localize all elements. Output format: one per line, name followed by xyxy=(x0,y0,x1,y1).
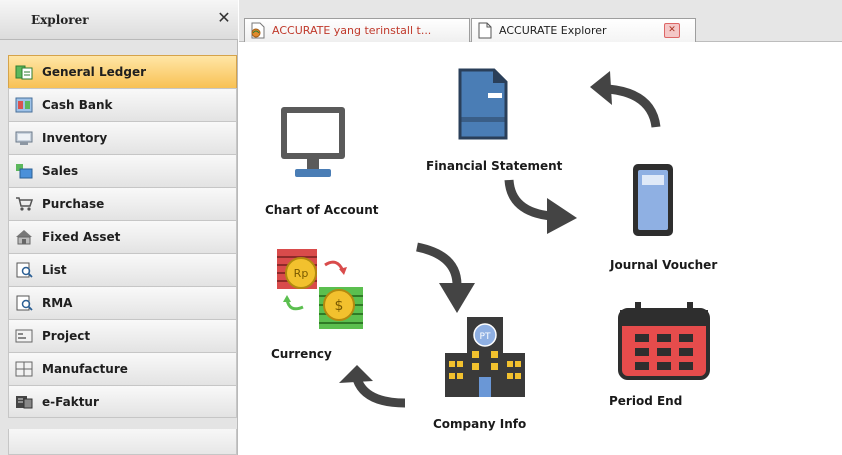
list-icon xyxy=(16,262,33,278)
sidebar-item-label: General Ledger xyxy=(42,65,146,79)
arrow-company-to-currency xyxy=(339,365,406,408)
sidebar-item-label: List xyxy=(42,263,67,277)
explorer-panel: Explorer ✕ General Ledger Cash Bank Inve… xyxy=(0,0,238,455)
node-journal-voucher[interactable]: Journal Voucher xyxy=(609,158,749,278)
sidebar-item-label: Manufacture xyxy=(42,362,128,376)
general-ledger-icon xyxy=(15,65,33,80)
sidebar-item-fixed-asset[interactable]: Fixed Asset xyxy=(8,220,237,253)
node-period-end[interactable]: Period End xyxy=(607,298,727,418)
sales-icon xyxy=(16,164,33,179)
node-label: Period End xyxy=(609,394,683,408)
sidebar-item-project[interactable]: Project xyxy=(8,319,237,352)
arrow-financial-to-journal xyxy=(504,179,577,234)
explorer-title: Explorer xyxy=(31,13,89,27)
sidebar-item-e-faktur[interactable]: e-Faktur xyxy=(8,385,237,418)
tab-label: ACCURATE yang terinstall t... xyxy=(272,24,432,37)
monitor-icon xyxy=(281,107,345,177)
sidebar-item-purchase[interactable]: Purchase xyxy=(8,187,237,220)
node-label: Company Info xyxy=(433,417,527,431)
sidebar-item-label: Cash Bank xyxy=(42,98,113,112)
tab-bar: ACCURATE yang terinstall t... ACCURATE E… xyxy=(239,0,842,42)
close-icon[interactable]: ✕ xyxy=(215,8,233,28)
document-icon xyxy=(458,68,508,140)
node-currency[interactable]: Rp $ Currency xyxy=(269,245,379,365)
sidebar-item-label: Purchase xyxy=(42,197,105,211)
manufacture-icon xyxy=(15,361,33,377)
cash-bank-icon xyxy=(15,97,33,113)
calendar-icon xyxy=(618,302,710,380)
sidebar-item-list[interactable]: List xyxy=(8,253,237,286)
project-icon xyxy=(15,329,33,343)
node-company-info[interactable]: PT Company Info xyxy=(429,313,549,433)
document-icon xyxy=(478,22,492,39)
sidebar-item-inventory[interactable]: Inventory xyxy=(8,121,237,154)
tab-accurate-installed[interactable]: ACCURATE yang terinstall t... xyxy=(244,18,470,42)
sidebar-item-cash-bank[interactable]: Cash Bank xyxy=(8,88,237,121)
coin-label: Rp xyxy=(294,267,309,280)
sidebar-item-sales[interactable]: Sales xyxy=(8,154,237,187)
inventory-icon xyxy=(15,131,33,145)
fixed-asset-icon xyxy=(16,230,32,245)
sidebar-item-manufacture[interactable]: Manufacture xyxy=(8,352,237,385)
tab-label: ACCURATE Explorer xyxy=(499,24,607,37)
sidebar-item-label: Project xyxy=(42,329,91,343)
node-financial-statement[interactable]: Financial Statement xyxy=(425,63,585,183)
sidebar-item-label: e-Faktur xyxy=(42,395,99,409)
company-badge-label: PT xyxy=(480,332,491,342)
e-faktur-icon xyxy=(16,396,33,409)
tab-close-icon[interactable]: ✕ xyxy=(664,23,680,38)
currency-exchange-icon: Rp $ xyxy=(277,249,363,329)
nav-empty-area xyxy=(8,429,237,455)
svg-text:$: $ xyxy=(335,298,344,314)
voucher-icon xyxy=(633,164,673,236)
building-icon: PT xyxy=(445,317,525,397)
sidebar-item-rma[interactable]: RMA xyxy=(8,286,237,319)
tab-accurate-explorer[interactable]: ACCURATE Explorer ✕ xyxy=(471,18,696,42)
arrow-journal-to-financial xyxy=(590,71,661,128)
node-label: Currency xyxy=(271,347,332,361)
sidebar-item-label: Sales xyxy=(42,164,79,178)
node-label: Chart of Account xyxy=(265,203,379,217)
rma-icon xyxy=(16,295,33,311)
web-page-icon xyxy=(251,22,265,39)
sidebar-item-label: Fixed Asset xyxy=(42,230,121,244)
arrow-chart-to-company xyxy=(416,242,475,313)
node-label: Journal Voucher xyxy=(610,258,718,272)
node-chart-of-account[interactable]: Chart of Account xyxy=(264,103,404,223)
sidebar-item-label: RMA xyxy=(42,296,73,310)
sidebar-item-general-ledger[interactable]: General Ledger xyxy=(8,55,237,88)
explorer-canvas: Financial Statement Chart of Account Jou… xyxy=(239,43,842,455)
node-label: Financial Statement xyxy=(426,159,563,173)
purchase-icon xyxy=(16,197,33,211)
sidebar-item-label: Inventory xyxy=(42,131,108,145)
module-nav: General Ledger Cash Bank Inventory Sales… xyxy=(8,55,237,418)
explorer-header: Explorer ✕ xyxy=(0,0,238,40)
